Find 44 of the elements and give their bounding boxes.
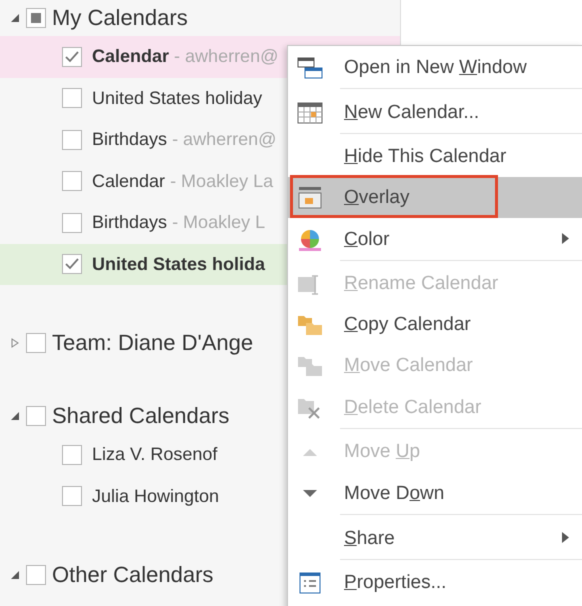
checkbox[interactable]: [62, 46, 82, 67]
color-wheel-icon: [297, 228, 323, 252]
checkbox[interactable]: [62, 486, 82, 506]
group-label[interactable]: My Calendars: [52, 5, 188, 31]
menu-item[interactable]: New Calendar...: [288, 91, 582, 134]
calendar-icon: [297, 100, 323, 124]
menu-item[interactable]: Move Down: [288, 472, 582, 515]
group-label[interactable]: Team: Diane D'Ange: [52, 330, 254, 356]
expand-arrow-icon[interactable]: [10, 338, 20, 348]
windows-icon: [297, 56, 323, 80]
calendar-name[interactable]: United States holida: [92, 254, 266, 275]
collapse-arrow-icon[interactable]: [10, 570, 20, 580]
submenu-arrow-icon: [562, 532, 569, 543]
submenu-arrow-icon: [562, 233, 569, 244]
checkbox[interactable]: [62, 171, 82, 192]
down-triangle-icon: [302, 488, 318, 498]
properties-icon: [298, 570, 322, 594]
collapse-arrow-icon[interactable]: [10, 13, 20, 23]
checkbox[interactable]: [26, 333, 46, 353]
checkbox[interactable]: [62, 254, 82, 274]
calendar-name[interactable]: United States holiday: [92, 88, 262, 109]
checkbox[interactable]: [62, 130, 82, 150]
checkbox[interactable]: [26, 565, 46, 585]
menu-item[interactable]: Properties...: [288, 562, 582, 603]
checkbox[interactable]: [26, 8, 46, 28]
calendar-name[interactable]: Birthdays - Moakley L: [92, 212, 266, 234]
up-triangle-icon: [302, 446, 318, 456]
calendar-name[interactable]: Calendar - Moakley La: [92, 170, 274, 192]
menu-item[interactable]: Share: [288, 517, 582, 560]
checkbox[interactable]: [62, 88, 82, 108]
calendar-name[interactable]: Julia Howington: [92, 486, 220, 507]
collapse-arrow-icon[interactable]: [10, 411, 20, 421]
calendar-name[interactable]: Birthdays - awherren@: [92, 129, 276, 150]
checkbox[interactable]: [62, 444, 82, 465]
menu-item[interactable]: Copy Calendar: [288, 304, 582, 345]
calendar-name[interactable]: Liza V. Rosenof: [92, 444, 218, 466]
menu-item[interactable]: Overlay: [288, 177, 582, 218]
menu-item[interactable]: Hide This Calendar: [288, 136, 582, 177]
calendar-overlay-icon: [297, 186, 323, 210]
group-label[interactable]: Other Calendars: [52, 562, 214, 588]
calendar-name[interactable]: Calendar - awherren@: [92, 46, 278, 68]
checkbox[interactable]: [26, 406, 46, 426]
group-label[interactable]: Shared Calendars: [52, 403, 230, 429]
checkbox[interactable]: [62, 212, 82, 233]
